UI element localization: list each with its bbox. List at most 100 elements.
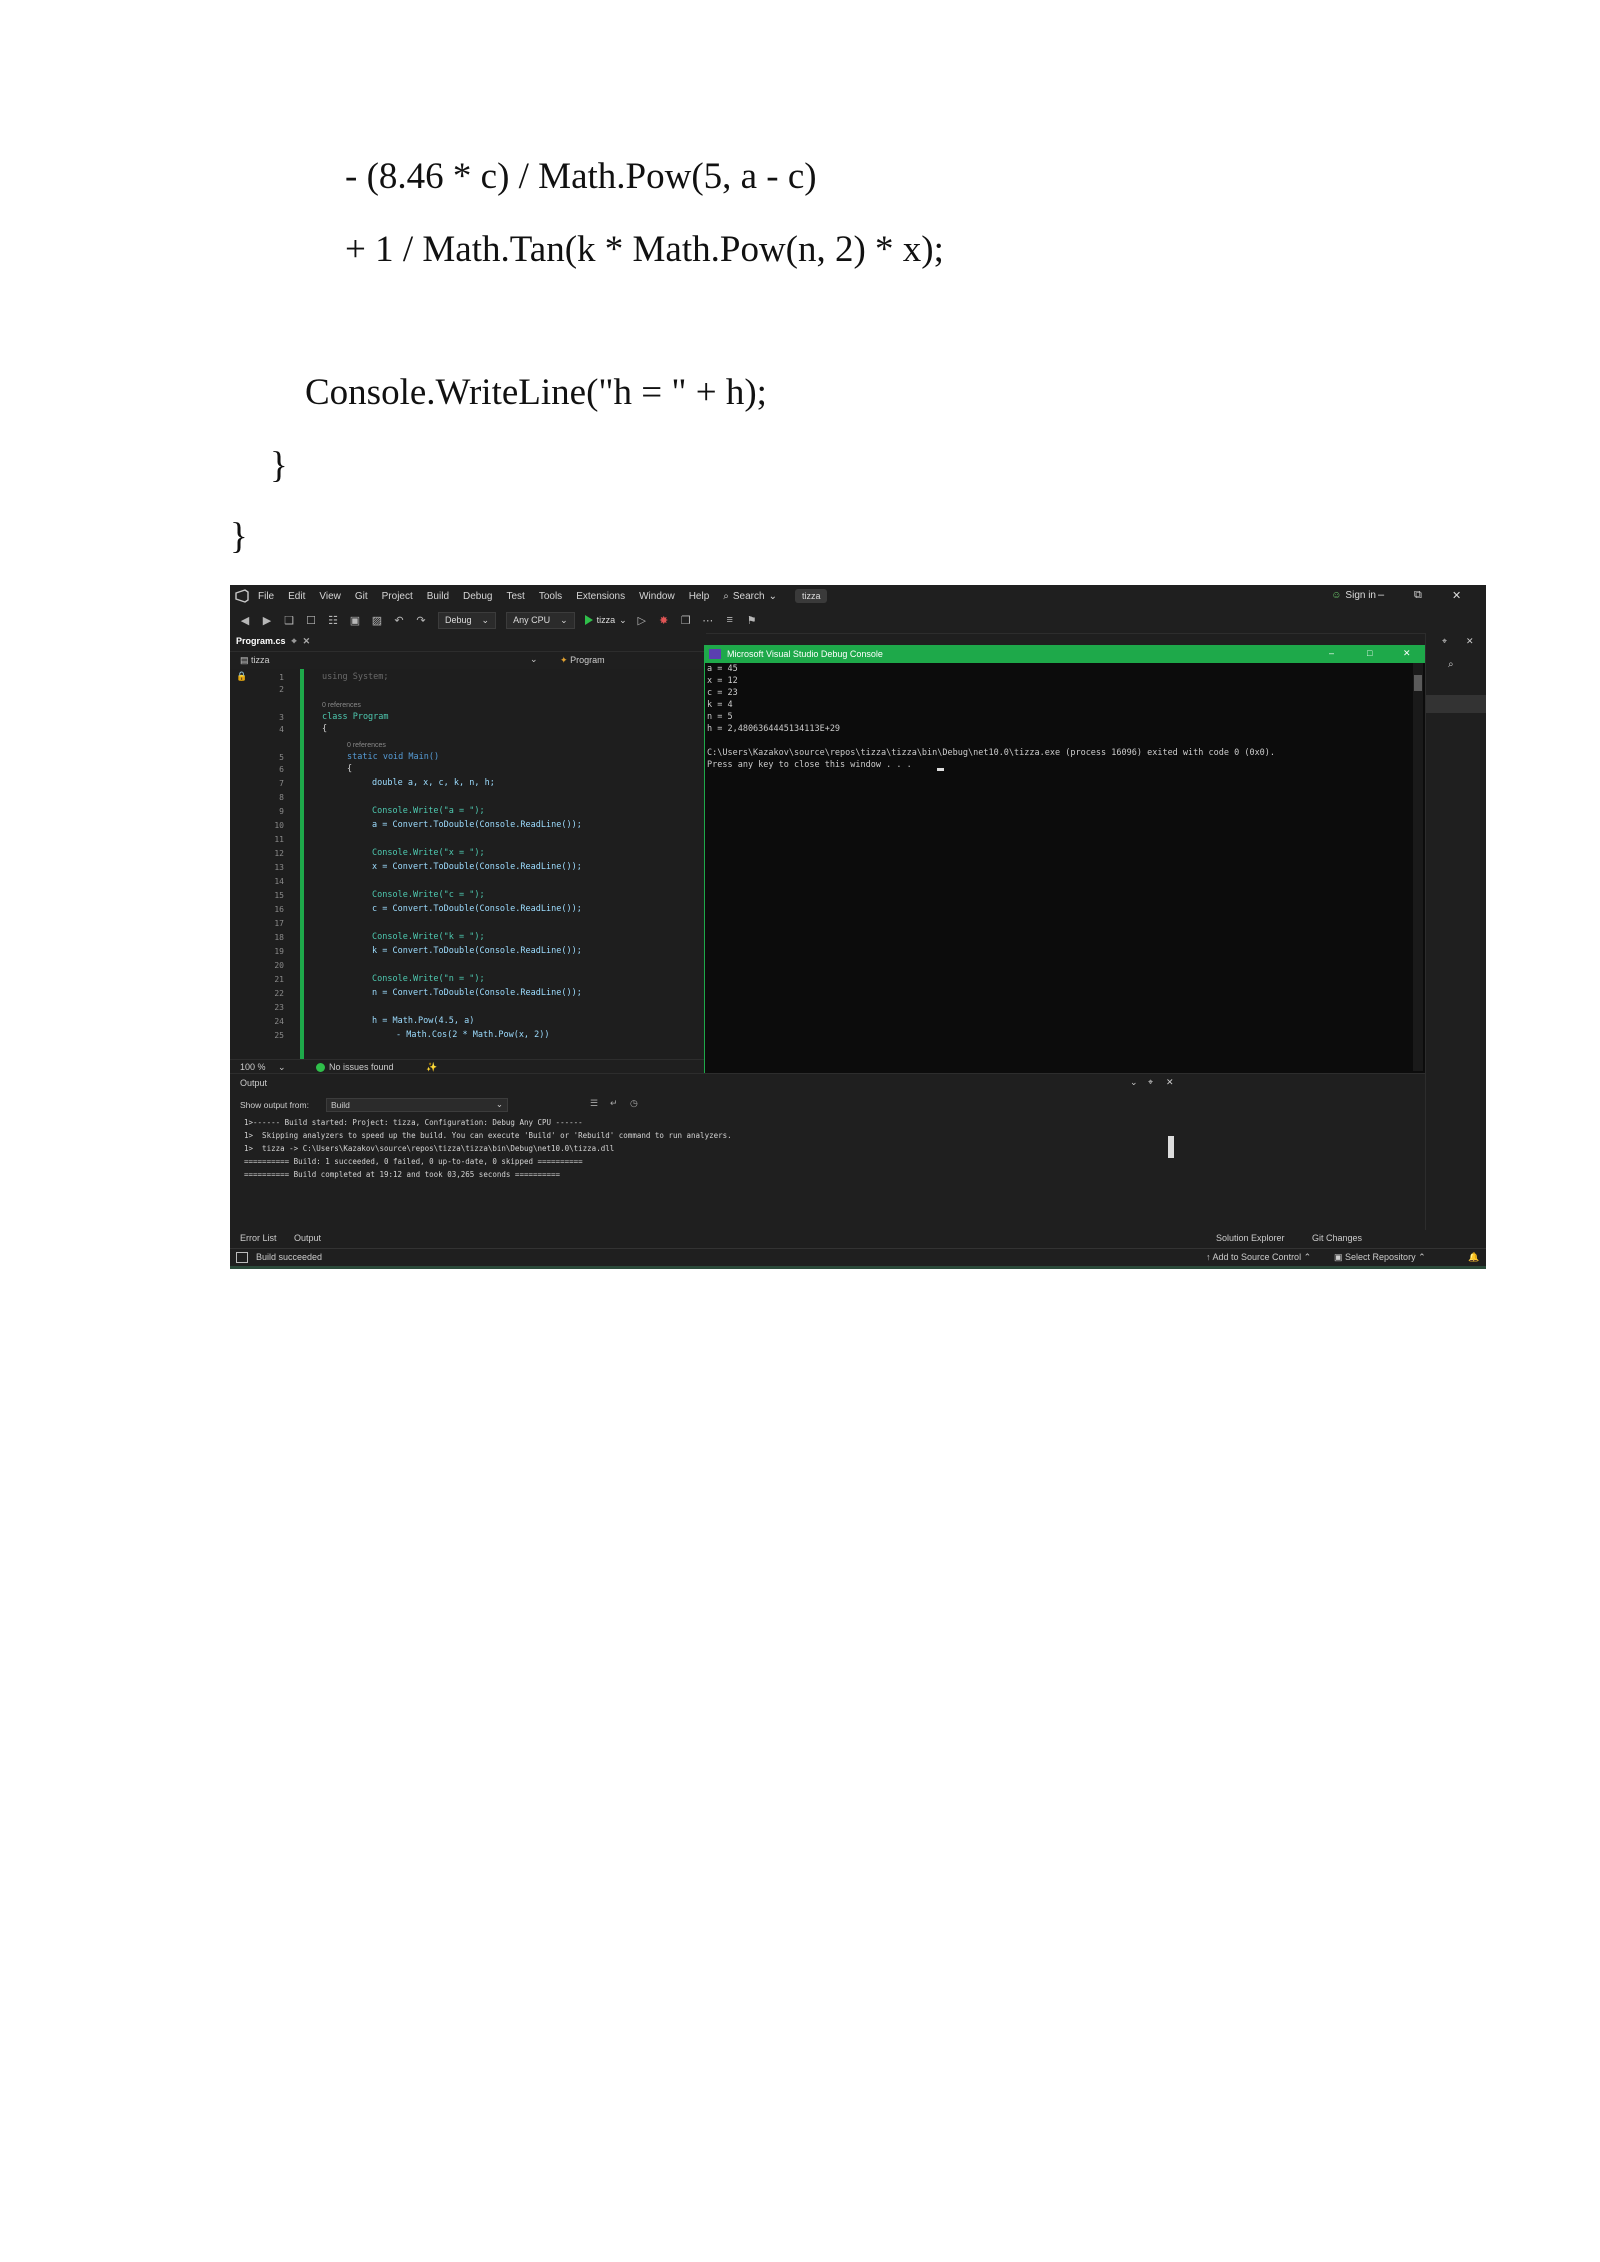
code-line-12: Console.Write("x = "); <box>372 848 485 858</box>
search-icon[interactable]: ⌕ <box>1448 659 1454 670</box>
notifications-icon[interactable]: 🔔 <box>1468 1252 1479 1263</box>
close-output-icon[interactable]: ✕ <box>1166 1077 1174 1088</box>
platform-dropdown[interactable]: Any CPU ⌄ <box>506 611 575 629</box>
menu-help[interactable]: Help <box>689 591 710 602</box>
codelens-references[interactable]: 0 references <box>322 702 361 709</box>
open-icon[interactable]: ☷ <box>326 613 340 627</box>
issues-indicator[interactable]: No issues found <box>316 1062 394 1072</box>
code-line-24: h = Math.Pow(4.5, a) <box>372 1016 475 1026</box>
add-to-source-control-button[interactable]: ↑ Add to Source Control ⌃ <box>1206 1252 1311 1263</box>
select-repository-button[interactable]: ▣ Select Repository ⌃ <box>1334 1252 1426 1263</box>
console-scroll-thumb[interactable] <box>1414 675 1422 691</box>
code-editor[interactable]: 1 2 3 4 5 6 7 8 9 10 11 12 13 14 15 16 1… <box>230 669 706 1059</box>
arrow-up-icon: ↑ <box>1206 1252 1211 1262</box>
code-line-13: x = Convert.ToDouble(Console.ReadLine())… <box>372 862 582 872</box>
output-line: ========== Build: 1 succeeded, 0 failed,… <box>244 1157 583 1166</box>
console-line: x = 12 <box>707 676 738 686</box>
configuration-dropdown[interactable]: Debug ⌄ <box>438 611 497 629</box>
pin-icon[interactable]: ⌖ <box>1442 636 1447 647</box>
new-project-icon[interactable]: ❑ <box>282 613 296 627</box>
tab-output[interactable]: Output <box>294 1233 321 1243</box>
clear-all-icon[interactable]: ☰ <box>590 1098 598 1109</box>
tab-program-cs[interactable]: Program.cs ⌖ ✕ <box>236 636 310 647</box>
save-all-icon[interactable]: ▨ <box>370 613 384 627</box>
live-share-icon[interactable]: ❐ <box>679 613 693 627</box>
code-line-18: Console.Write("k = "); <box>372 932 485 942</box>
issues-label: No issues found <box>329 1062 394 1072</box>
menu-edit[interactable]: Edit <box>288 591 305 602</box>
select-repository-label: Select Repository <box>1345 1252 1416 1262</box>
console-scrollbar[interactable] <box>1413 663 1423 1071</box>
console-title: Microsoft Visual Studio Debug Console <box>727 649 883 659</box>
menu-file[interactable]: File <box>258 591 274 602</box>
menu-bar: File Edit View Git Project Build Debug T… <box>230 585 1486 607</box>
type-nav-dropdown[interactable]: ✦ Program <box>560 655 605 666</box>
tab-solution-explorer[interactable]: Solution Explorer <box>1216 1233 1285 1243</box>
word-wrap-icon[interactable]: ↵ <box>610 1098 618 1109</box>
console-minimize-icon[interactable]: – <box>1329 648 1334 658</box>
chevron-down-icon: ⌄ <box>560 614 568 625</box>
hot-reload-icon[interactable]: ✸ <box>657 613 671 627</box>
start-debugging-button[interactable]: tizza ⌄ <box>584 614 627 626</box>
output-source-value: Build <box>331 1100 350 1110</box>
debug-console-window[interactable]: Microsoft Visual Studio Debug Console – … <box>704 645 1426 1074</box>
history-icon[interactable]: ◷ <box>630 1098 638 1109</box>
tab-git-changes[interactable]: Git Changes <box>1312 1233 1362 1243</box>
new-file-icon[interactable]: ☐ <box>304 613 318 627</box>
menu-git[interactable]: Git <box>355 591 368 602</box>
pane-selected-row[interactable] <box>1426 695 1486 713</box>
menu-extensions[interactable]: Extensions <box>576 591 625 602</box>
output-panel: Output ⌄ ⌖ ✕ Show output from: Build ⌄ ☰… <box>230 1073 1425 1234</box>
chevron-down-icon: ⌄ <box>495 1099 503 1109</box>
console-line: k = 4 <box>707 700 733 710</box>
code-line-4: { <box>322 724 328 734</box>
chevron-down-icon[interactable]: ⌄ <box>1130 1077 1138 1088</box>
zoom-value: 100 % <box>240 1062 266 1072</box>
forward-icon[interactable]: ▶ <box>260 613 274 627</box>
class-icon: ✦ <box>560 655 568 665</box>
debug-console-titlebar[interactable]: Microsoft Visual Studio Debug Console – … <box>705 646 1425 663</box>
tab-error-list[interactable]: Error List <box>240 1233 277 1243</box>
start-without-debugging-icon[interactable]: ▷ <box>635 613 649 627</box>
bookmark-icon[interactable]: ⚑ <box>745 613 759 627</box>
menu-window[interactable]: Window <box>639 591 675 602</box>
console-close-icon[interactable]: ✕ <box>1403 648 1411 659</box>
undo-icon[interactable]: ↶ <box>392 613 406 627</box>
save-icon[interactable]: ▣ <box>348 613 362 627</box>
code-cleanup-icon[interactable]: ✨ <box>426 1062 437 1073</box>
show-output-from-label: Show output from: <box>240 1100 309 1110</box>
close-icon[interactable]: ✕ <box>1452 589 1461 602</box>
menu-view[interactable]: View <box>319 591 341 602</box>
redo-icon[interactable]: ↷ <box>414 613 428 627</box>
codelens-references[interactable]: 0 references <box>347 742 386 749</box>
chevron-down-icon: ⌄ <box>619 614 627 625</box>
chevron-up-icon: ⌃ <box>1303 1252 1312 1262</box>
more-icon[interactable]: ⋯ <box>701 613 715 627</box>
menu-debug[interactable]: Debug <box>463 591 492 602</box>
restore-icon[interactable]: ⧉ <box>1414 589 1422 602</box>
code-line-10: a = Convert.ToDouble(Console.ReadLine())… <box>372 820 582 830</box>
ide-screenshot: File Edit View Git Project Build Debug T… <box>230 585 1486 1269</box>
pin-icon[interactable]: ⌖ <box>292 636 297 647</box>
search-icon: ⌕ <box>723 590 729 602</box>
search-button[interactable]: ⌕ Search ⌄ <box>723 591 777 602</box>
console-maximize-icon[interactable]: □ <box>1367 648 1372 658</box>
output-source-dropdown[interactable]: Build ⌄ <box>326 1098 508 1112</box>
code-line-1: using System; <box>322 672 389 682</box>
chevron-down-icon: ⌄ <box>530 654 538 664</box>
project-nav-dropdown[interactable]: ▤ tizza <box>240 655 270 666</box>
menu-tools[interactable]: Tools <box>539 591 562 602</box>
minimize-icon[interactable]: – <box>1378 589 1384 601</box>
zoom-dropdown[interactable]: 100 % ⌄ <box>240 1062 286 1073</box>
menu-build[interactable]: Build <box>427 591 449 602</box>
check-circle-icon <box>316 1062 325 1072</box>
menu-project[interactable]: Project <box>382 591 413 602</box>
comment-icon[interactable]: ≡ <box>723 613 737 627</box>
close-pane-icon[interactable]: ✕ <box>1466 636 1474 647</box>
back-icon[interactable]: ◀ <box>238 613 252 627</box>
sign-in-button[interactable]: ☺ Sign in <box>1331 590 1376 601</box>
console-line: c = 23 <box>707 688 738 698</box>
menu-test[interactable]: Test <box>506 591 524 602</box>
pin-icon[interactable]: ⌖ <box>1148 1077 1153 1088</box>
close-tab-icon[interactable]: ✕ <box>303 636 311 647</box>
